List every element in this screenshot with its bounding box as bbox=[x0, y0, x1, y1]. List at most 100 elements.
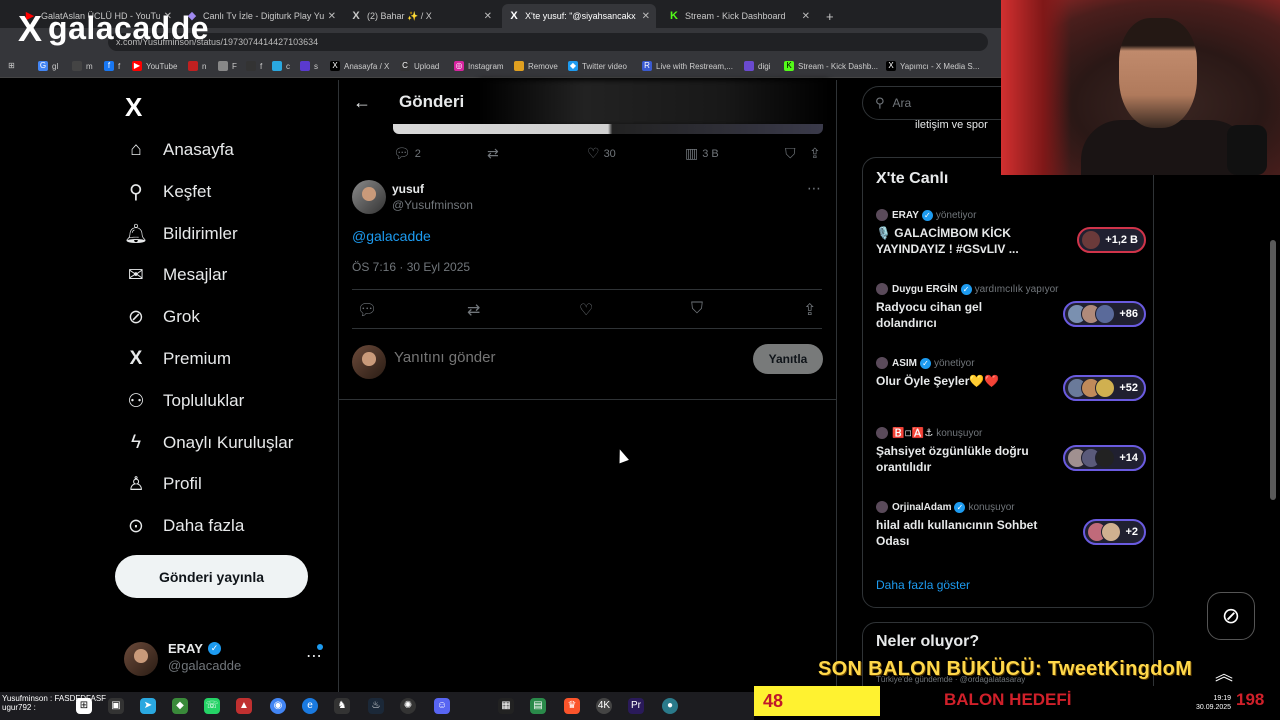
system-clock[interactable]: 19:19 30.09.2025 bbox=[1196, 694, 1231, 712]
brave-icon[interactable]: ♛ bbox=[564, 698, 580, 714]
goal-target-value: 198 bbox=[1236, 690, 1265, 709]
bookmark-facebook[interactable]: ff bbox=[104, 61, 120, 71]
post-button[interactable]: Gönderi yayınla bbox=[115, 555, 308, 598]
show-more-link[interactable]: Daha fazla göster bbox=[876, 578, 970, 592]
x-home-logo-icon[interactable]: X bbox=[125, 92, 142, 123]
heart-icon[interactable]: ♡ bbox=[579, 300, 593, 320]
account-switcher[interactable]: ERAY ✓ @galacadde ⋯ bbox=[124, 636, 329, 682]
nav-item-grok[interactable]: ⊘ Grok bbox=[124, 299, 200, 335]
premiere-icon[interactable]: Pr bbox=[628, 698, 644, 714]
host-avatar bbox=[876, 501, 888, 513]
bookmark-restream[interactable]: R Live with Restream,... bbox=[642, 61, 733, 71]
browser-tab-kick[interactable]: K Stream - Kick Dashboard ✕ bbox=[662, 4, 816, 28]
bookmark-kick[interactable]: K Stream - Kick Dashb... bbox=[784, 61, 878, 71]
nav-item-verified-orgs[interactable]: ϟ Onaylı Kuruluşlar bbox=[124, 425, 293, 461]
new-tab-button[interactable]: + bbox=[820, 4, 840, 28]
close-icon[interactable]: ✕ bbox=[802, 11, 810, 22]
taskbar-app-icon[interactable]: ● bbox=[662, 698, 678, 714]
chatgpt-icon[interactable]: ✺ bbox=[400, 698, 416, 714]
taskbar-app-icon[interactable]: ▤ bbox=[530, 698, 546, 714]
live-space-item[interactable]: 🅱️◽🅰️⚓ konuşuyor Şahsiyet özgünlükle doğr… bbox=[876, 427, 1146, 487]
share-icon[interactable]: ⇪ bbox=[803, 300, 816, 320]
close-icon[interactable]: ✕ bbox=[642, 11, 650, 22]
taskbar-app-icon[interactable]: ▣ bbox=[108, 698, 124, 714]
live-space-item[interactable]: ERAY ✓ yönetiyor 🎙️ GALACİMBOM KİCK YAYIND… bbox=[876, 209, 1146, 269]
edge-icon[interactable]: e bbox=[302, 698, 318, 714]
live-space-item[interactable]: OrjinalAdam ✓ konuşuyor hilal adlı kullanı… bbox=[876, 501, 1146, 561]
tweet-timestamp[interactable]: ÖS 7:16 · 30 Eyl 2025 bbox=[352, 260, 470, 274]
double-chevron-up-icon: ︽ bbox=[1215, 664, 1233, 684]
page-header: ← Gönderi bbox=[339, 80, 836, 126]
author-handle[interactable]: @Yusufminson bbox=[392, 198, 473, 212]
avatar bbox=[352, 345, 386, 379]
taskbar-app-icon[interactable]: ◆ bbox=[172, 698, 188, 714]
page-scrollbar[interactable] bbox=[1270, 240, 1276, 500]
reply-input[interactable] bbox=[394, 349, 593, 366]
start-icon[interactable]: ⊞ bbox=[76, 698, 92, 714]
taskbar-app-icon[interactable]: 4K bbox=[596, 698, 612, 714]
browser-tab-bahar[interactable]: X (2) Bahar ✨ / X ✕ bbox=[344, 4, 498, 28]
live-space-item[interactable]: ASIM ✓ yönetiyor Olur Öyle Şeyler💛❤️ +52 bbox=[876, 357, 1146, 417]
nav-item-explore[interactable]: ⚲ Keşfet bbox=[124, 174, 211, 210]
nav-item-home[interactable]: ⌂ Anasayfa bbox=[124, 132, 234, 168]
bookmark-s[interactable]: s bbox=[300, 61, 318, 71]
nav-item-messages[interactable]: ✉ Mesajlar bbox=[124, 257, 227, 293]
whatsapp-icon[interactable]: ☏ bbox=[204, 698, 220, 714]
nav-item-more[interactable]: ⊙ Daha fazla bbox=[124, 508, 244, 544]
search-box[interactable]: ⚲ Ara bbox=[862, 86, 1022, 120]
steam-icon[interactable]: ♨ bbox=[368, 698, 384, 714]
bookmark-x-home[interactable]: X Anasayfa / X bbox=[330, 61, 389, 71]
back-arrow-icon[interactable]: ← bbox=[353, 92, 371, 113]
chrome-icon[interactable]: ◉ bbox=[270, 698, 286, 714]
more-options-icon[interactable]: ⋯ bbox=[807, 180, 821, 197]
live-space-item[interactable]: Duygu ERGİN ✓ yardımcılık yapıyor Radyocu … bbox=[876, 283, 1146, 343]
bookmark-upload[interactable]: C Upload bbox=[400, 61, 439, 71]
reply-button[interactable]: Yanıtla bbox=[753, 344, 823, 374]
quoted-repost-button[interactable]: ⇄ bbox=[487, 145, 503, 162]
nav-item-premium[interactable]: X Premium bbox=[124, 341, 231, 377]
bookmark-c[interactable]: c bbox=[272, 61, 290, 71]
avatar bbox=[124, 642, 158, 676]
close-icon[interactable]: ✕ bbox=[484, 11, 492, 22]
quoted-views[interactable]: ▥ 3 B bbox=[685, 145, 719, 162]
verified-badge-icon: ✓ bbox=[960, 283, 972, 295]
bookmark-digi[interactable]: digi bbox=[744, 61, 770, 71]
repost-icon[interactable]: ⇄ bbox=[467, 300, 480, 320]
nav-item-notifications[interactable]: 🔔︎ Bildirimler bbox=[124, 216, 238, 252]
quoted-like-button[interactable]: ♡ 30 bbox=[587, 145, 616, 162]
panel-title: Neler oluyor? bbox=[876, 633, 980, 650]
bookmark-instagram[interactable]: ◎ Instagram bbox=[454, 61, 504, 71]
taskbar-app-icon[interactable]: ▲ bbox=[236, 698, 252, 714]
bookmark-x-media[interactable]: X Yapımcı - X Media S... bbox=[886, 61, 979, 71]
verified-badge-icon: ✓ bbox=[920, 357, 931, 369]
home-icon: ⌂ bbox=[130, 139, 142, 160]
bookmark-remove[interactable]: Remove bbox=[514, 61, 558, 71]
nav-item-communities[interactable]: ⚇ Topluluklar bbox=[124, 383, 244, 419]
apps-icon[interactable]: ⊞ bbox=[8, 61, 15, 70]
close-icon[interactable]: ✕ bbox=[328, 11, 336, 22]
tweet-mention-link[interactable]: @galacadde bbox=[352, 228, 431, 244]
grok-floating-button[interactable]: ⊘ bbox=[1207, 592, 1255, 640]
communities-icon: ⚇ bbox=[127, 390, 145, 412]
taskbar-app-icon[interactable]: ♞ bbox=[334, 698, 350, 714]
reply-icon[interactable]: 💬︎ bbox=[357, 300, 377, 320]
telegram-icon[interactable]: ➤ bbox=[140, 698, 156, 714]
discord-icon[interactable]: ☺ bbox=[434, 698, 450, 714]
bookmark-n[interactable]: n bbox=[188, 61, 206, 71]
bookmark-f[interactable]: F bbox=[218, 61, 237, 71]
author-name[interactable]: yusuf bbox=[392, 182, 424, 196]
quoted-share-button[interactable]: ⇪ bbox=[809, 145, 825, 162]
quoted-bookmark-button[interactable]: ⛉ bbox=[785, 145, 800, 162]
bookmark-google[interactable]: Ggl bbox=[38, 61, 58, 71]
browser-tab-active[interactable]: X X'te yusuf: "@siyahsancakx @g... ✕ bbox=[502, 4, 656, 28]
bookmark-icon[interactable]: ⛉ bbox=[691, 300, 703, 318]
quoted-reply-button[interactable]: 💬︎ 2 bbox=[393, 145, 421, 162]
bookmark-twitter-video[interactable]: ◆ Twitter video bbox=[568, 61, 627, 71]
url-field[interactable]: x.com/Yusufminson/status/197307441442710… bbox=[108, 33, 988, 51]
author-avatar[interactable] bbox=[352, 180, 386, 214]
bookmark-f2[interactable]: f bbox=[246, 61, 262, 71]
taskbar-app-icon[interactable]: ▦ bbox=[498, 698, 514, 714]
nav-item-profile[interactable]: ♙ Profil bbox=[124, 466, 201, 502]
bookmark-youtube[interactable]: ▶ YouTube bbox=[132, 61, 177, 71]
bookmark-m[interactable]: m bbox=[72, 61, 93, 71]
